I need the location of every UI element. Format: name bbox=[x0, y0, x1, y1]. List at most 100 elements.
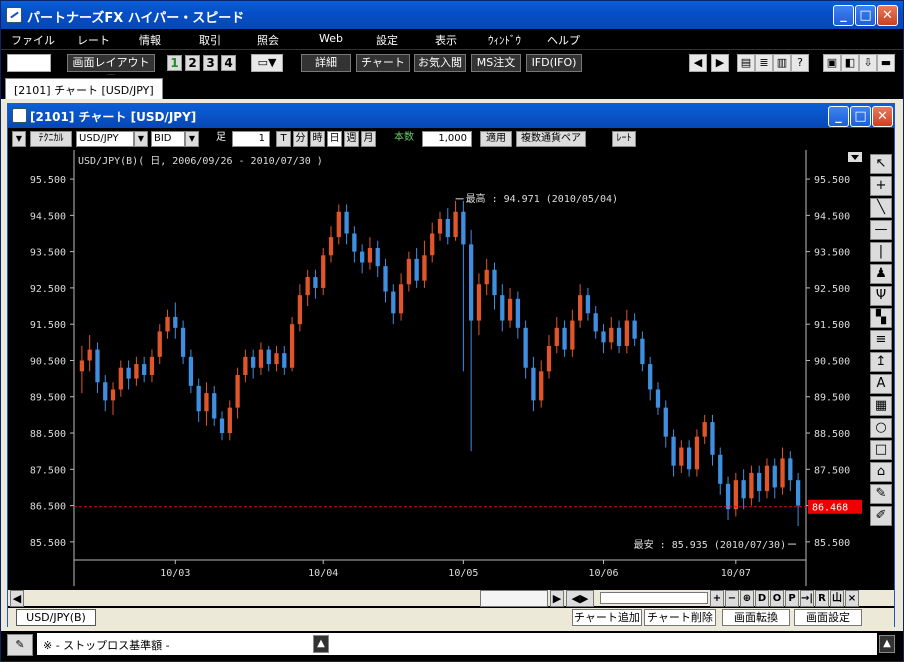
window-menu-button[interactable]: ▭▼ bbox=[251, 54, 283, 72]
switch-screen-button[interactable]: 画面転換 bbox=[722, 609, 790, 626]
screen-settings-button[interactable]: 画面設定 bbox=[794, 609, 862, 626]
scroll-thumb[interactable] bbox=[480, 590, 548, 607]
zoom-slider[interactable] bbox=[600, 592, 708, 604]
scroll-left-button[interactable]: ◀ bbox=[10, 590, 24, 607]
next-icon[interactable]: ▶ bbox=[711, 54, 729, 72]
maximize-button[interactable]: □ bbox=[855, 5, 876, 26]
status-up-icon[interactable]: ▲ bbox=[313, 635, 329, 653]
drawing-tool-11-icon[interactable]: ▦ bbox=[870, 396, 892, 416]
menu-help[interactable]: ヘルプ bbox=[547, 32, 580, 48]
drawing-tool-15-icon[interactable]: ✎ bbox=[870, 484, 892, 504]
chart-control-0-button[interactable]: + bbox=[710, 590, 724, 607]
menu-inquiry[interactable]: 照会 bbox=[257, 32, 279, 48]
delete-chart-button[interactable]: チャート削除 bbox=[644, 609, 716, 626]
chart-control-8-button[interactable]: 山 bbox=[830, 590, 844, 607]
unit-day-button[interactable]: 日 bbox=[327, 131, 342, 147]
chart-minimize-button[interactable]: _ bbox=[828, 106, 849, 127]
toolbar-input[interactable] bbox=[7, 54, 51, 72]
side-select[interactable]: BID bbox=[151, 131, 185, 147]
drawing-tool-16-icon[interactable]: ✐ bbox=[870, 506, 892, 526]
drawing-tool-8-icon[interactable]: ≡ bbox=[870, 330, 892, 350]
tile-icon[interactable]: ◧ bbox=[841, 54, 859, 72]
screen-1-button[interactable]: 1 bbox=[167, 55, 182, 71]
tab-chart-usdjpy[interactable]: [2101] チャート [USD/JPY] bbox=[5, 78, 163, 99]
drawing-tool-4-icon[interactable]: | bbox=[870, 242, 892, 262]
chart-button[interactable]: チャート bbox=[356, 54, 410, 72]
menu-web[interactable]: Web bbox=[319, 32, 343, 45]
menu-rate[interactable]: レート bbox=[77, 32, 110, 48]
menu-file[interactable]: ファイル bbox=[11, 32, 55, 48]
drawing-tool-1-icon[interactable]: + bbox=[870, 176, 892, 196]
chart-area[interactable]: USD/JPY(B)( 日, 2006/09/26 - 2010/07/30 )… bbox=[8, 150, 866, 586]
apply-button[interactable]: 適用 bbox=[480, 131, 512, 147]
multi-pair-button[interactable]: 複数通貨ペア bbox=[516, 131, 586, 147]
window-icon[interactable]: ▣ bbox=[823, 54, 841, 72]
drawing-tool-2-icon[interactable]: ╲ bbox=[870, 198, 892, 218]
pair-select[interactable]: USD/JPY bbox=[76, 131, 134, 147]
down-icon[interactable]: ⇩ bbox=[859, 54, 877, 72]
menu-view[interactable]: 表示 bbox=[435, 32, 457, 48]
pair-dropdown-icon[interactable]: ▼ bbox=[134, 131, 148, 147]
technical-button[interactable]: ﾃｸﾆｶﾙ bbox=[30, 131, 72, 147]
unit-month-button[interactable]: 月 bbox=[361, 131, 376, 147]
drawing-tool-5-icon[interactable]: ♟ bbox=[870, 264, 892, 284]
chart-icon[interactable]: ▥ bbox=[773, 54, 791, 72]
grid-icon[interactable]: ▤ bbox=[737, 54, 755, 72]
menu-settings[interactable]: 設定 bbox=[376, 32, 398, 48]
chart-control-1-button[interactable]: − bbox=[725, 590, 739, 607]
tool-icon[interactable]: ✎ bbox=[7, 634, 33, 656]
drawing-tool-12-icon[interactable]: ○ bbox=[870, 418, 892, 438]
chart-control-5-button[interactable]: P bbox=[785, 590, 799, 607]
drawing-tool-0-icon[interactable]: ↖ bbox=[870, 154, 892, 174]
list-icon[interactable]: ≣ bbox=[755, 54, 773, 72]
unit-week-button[interactable]: 週 bbox=[344, 131, 359, 147]
screen-4-button[interactable]: 4 bbox=[221, 55, 236, 71]
add-chart-button[interactable]: チャート追加 bbox=[572, 609, 642, 626]
ms-order-button[interactable]: MS注文 bbox=[471, 54, 521, 72]
chart-control-9-button[interactable]: × bbox=[845, 590, 859, 607]
chart-control-6-button[interactable]: →| bbox=[800, 590, 814, 607]
drawing-tool-3-icon[interactable]: — bbox=[870, 220, 892, 240]
help-icon[interactable]: ? bbox=[791, 54, 809, 72]
close-button[interactable]: ✕ bbox=[877, 5, 898, 26]
menu-trade[interactable]: 取引 bbox=[199, 32, 221, 48]
chart-window-title-bar[interactable]: [2101] チャート [USD/JPY] _ □ ✕ bbox=[8, 104, 894, 128]
drawing-tool-14-icon[interactable]: ⌂ bbox=[870, 462, 892, 482]
chart-control-4-button[interactable]: O bbox=[770, 590, 784, 607]
save-icon[interactable]: ▬ bbox=[877, 54, 895, 72]
prev-icon[interactable]: ◀ bbox=[689, 54, 707, 72]
scroll-right-button[interactable]: ▶ bbox=[550, 590, 564, 607]
interval-input[interactable]: 1 bbox=[232, 131, 270, 147]
drawing-tool-6-icon[interactable]: Ψ bbox=[870, 286, 892, 306]
rate-button[interactable]: ﾚｰﾄ bbox=[612, 131, 636, 147]
menu-dropdown-icon[interactable]: ▼ bbox=[12, 131, 26, 147]
drawing-tool-7-icon[interactable]: ▚ bbox=[870, 308, 892, 328]
unit-hour-button[interactable]: 時 bbox=[310, 131, 325, 147]
minimize-button[interactable]: _ bbox=[833, 5, 854, 26]
unit-tick-button[interactable]: T bbox=[276, 131, 291, 147]
chart-close-button[interactable]: ✕ bbox=[872, 106, 893, 127]
title-bar[interactable]: パートナーズFX ハイパー・スピード _ □ ✕ bbox=[1, 1, 903, 29]
chart-control-7-button[interactable]: R bbox=[815, 590, 829, 607]
menu-window[interactable]: ｳｨﾝﾄﾞｳ bbox=[488, 32, 521, 48]
jump-end-button[interactable]: ◀▶ bbox=[566, 590, 594, 607]
detail-button[interactable]: 詳細 bbox=[301, 54, 351, 72]
chart-control-2-button[interactable]: ⊕ bbox=[740, 590, 754, 607]
drawing-tool-10-icon[interactable]: A bbox=[870, 374, 892, 394]
menu-info[interactable]: 情報 bbox=[139, 32, 161, 48]
chart-maximize-button[interactable]: □ bbox=[850, 106, 871, 127]
chart-scroll-bar[interactable]: ◀ ▶ ◀▶ + − ⊕ D O P →| R 山 × bbox=[8, 590, 894, 607]
layout-dropdown[interactable]: 画面レイアウト ▼ bbox=[67, 54, 155, 85]
screen-3-button[interactable]: 3 bbox=[203, 55, 218, 71]
drawing-tool-13-icon[interactable]: □ bbox=[870, 440, 892, 460]
favorites-button[interactable]: お気入閲 bbox=[414, 54, 466, 72]
drawing-tool-9-icon[interactable]: ↥ bbox=[870, 352, 892, 372]
side-dropdown-icon[interactable]: ▼ bbox=[185, 131, 199, 147]
ifd-order-button[interactable]: IFD(IFO) bbox=[526, 54, 582, 72]
status-up-icon-right[interactable]: ▲ bbox=[879, 635, 895, 653]
count-input[interactable]: 1,000 bbox=[422, 131, 472, 147]
candlestick-chart[interactable]: USD/JPY(B)( 日, 2006/09/26 - 2010/07/30 )… bbox=[8, 150, 866, 586]
screen-2-button[interactable]: 2 bbox=[185, 55, 200, 71]
chart-control-3-button[interactable]: D bbox=[755, 590, 769, 607]
tab-usdjpy-b[interactable]: USD/JPY(B) bbox=[16, 609, 96, 626]
